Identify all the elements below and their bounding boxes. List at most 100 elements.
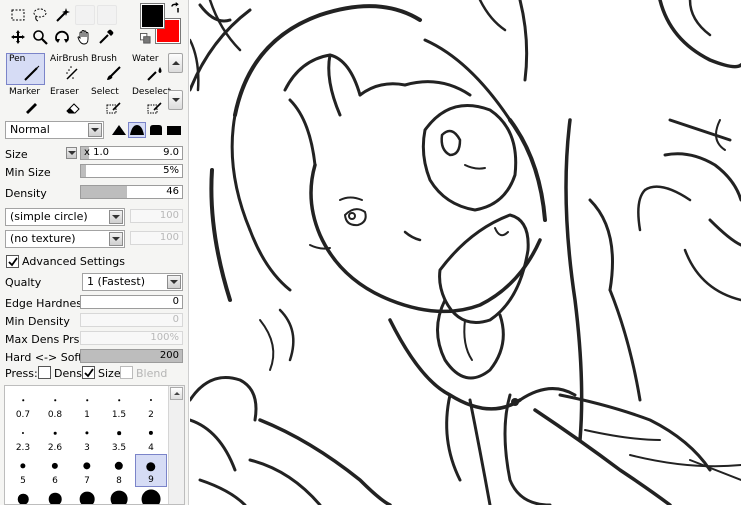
brush-size-label: 5: [20, 476, 26, 486]
press-size-checkbox[interactable]: [82, 366, 95, 379]
brush-size-cell[interactable]: 3.5: [103, 421, 135, 454]
brush-deselect[interactable]: Deselect: [129, 86, 171, 118]
reset-colors-icon[interactable]: [139, 32, 151, 44]
brush-water[interactable]: Water: [129, 53, 168, 85]
quality-value: 1 (Fastest): [87, 275, 145, 288]
edge-hardness-value: 0: [172, 296, 179, 307]
texture-strength-value: 100: [159, 232, 179, 243]
brush-shape-strength-value: 100: [159, 210, 179, 221]
eraser-icon: [66, 103, 80, 114]
edge-shape-square[interactable]: [165, 122, 183, 138]
density-value: 46: [166, 186, 179, 197]
hard-soft-value: 200: [159, 350, 179, 361]
eyedropper-icon[interactable]: [96, 27, 116, 47]
deselect-brush-icon: [147, 102, 162, 114]
brush-select[interactable]: Select: [88, 86, 127, 118]
drawing-canvas[interactable]: [190, 0, 741, 505]
move-icon[interactable]: [8, 27, 28, 47]
min-size-slider-fill: [81, 165, 87, 177]
primary-color-swatch-front[interactable]: [140, 3, 165, 29]
brush-size-cell[interactable]: 3: [71, 421, 103, 454]
brush-size-cell[interactable]: 2.6: [39, 421, 71, 454]
brush-scroll-up-button[interactable]: [168, 53, 183, 73]
brush-size-dot-icon: [148, 430, 154, 436]
chevron-down-icon: [167, 275, 181, 289]
brush-size-dot-icon: [118, 399, 120, 401]
brush-size-cell[interactable]: 8: [103, 454, 135, 487]
zoom-icon[interactable]: [30, 27, 50, 47]
brush-size-cell[interactable]: 1.5: [103, 388, 135, 421]
brush-size-label: 9: [148, 475, 154, 485]
brush-size-cell[interactable]: 1: [71, 388, 103, 421]
water-icon: [147, 67, 162, 81]
press-blend-label: Blend: [136, 367, 168, 380]
brush-size-cell[interactable]: [7, 487, 39, 504]
edge-shape-hard[interactable]: [147, 122, 165, 138]
min-density-slider: 0: [80, 313, 183, 327]
edge-hardness-slider[interactable]: 0: [80, 295, 183, 309]
hard-soft-slider[interactable]: 200: [80, 349, 183, 363]
brush-marker[interactable]: Marker: [6, 86, 45, 118]
size-label: Size: [5, 148, 28, 161]
press-dens-checkbox[interactable]: [38, 366, 51, 379]
brush-size-cell[interactable]: 2.3: [7, 421, 39, 454]
press-size-label: Size: [98, 367, 121, 380]
min-size-slider[interactable]: 5%: [80, 164, 183, 178]
rotate-icon[interactable]: [52, 27, 72, 47]
brush-size-label: 1.5: [111, 410, 127, 420]
brush-size-grid: 0.7 0.8 1 1.5 2 2.3 2.6 3 3.5 4 5 6 7 8 9: [4, 385, 185, 505]
brush-size-cell[interactable]: 7: [71, 454, 103, 487]
brush-size-cell[interactable]: 4: [135, 421, 167, 454]
empty-tool-slot: [97, 5, 117, 25]
brush-size-cell[interactable]: 9: [135, 454, 167, 487]
brush-size-cell[interactable]: [135, 487, 167, 504]
brush-shape-value: (simple circle): [10, 210, 88, 223]
checkmark-icon: [83, 367, 94, 377]
brush-pen[interactable]: Pen: [6, 53, 45, 85]
brush-size-dot-icon: [48, 492, 62, 504]
brush-airbrush[interactable]: AirBrush: [47, 53, 88, 85]
brush-size-dot-icon: [86, 399, 88, 401]
pen-icon: [24, 65, 40, 81]
edge-shape-medium[interactable]: [128, 122, 146, 138]
blend-mode-select[interactable]: Normal: [5, 121, 104, 139]
brush-size-dot-icon: [117, 431, 121, 435]
blend-mode-value: Normal: [10, 123, 50, 136]
advanced-settings-checkbox[interactable]: [6, 255, 19, 268]
brush-eraser[interactable]: Eraser: [47, 86, 86, 118]
size-grid-scrollbar[interactable]: [168, 386, 184, 504]
brush-label: Water: [132, 54, 159, 64]
magic-wand-icon[interactable]: [52, 5, 72, 25]
press-label: Press:: [5, 367, 38, 380]
press-dens-label: Dens: [54, 367, 82, 380]
brush-size-cell[interactable]: 6: [39, 454, 71, 487]
edge-hardness-label: Edge Hardness: [5, 297, 88, 310]
brush-size-cell[interactable]: 0.7: [7, 388, 39, 421]
density-slider[interactable]: 46: [80, 185, 183, 199]
brush-size-cell[interactable]: [71, 487, 103, 504]
brush-size-cell[interactable]: [39, 487, 71, 504]
texture-select[interactable]: (no texture): [5, 230, 125, 248]
brush-size-cell[interactable]: 5: [7, 454, 39, 487]
brush-size-cell[interactable]: [103, 487, 135, 504]
brush-scroll-down-button[interactable]: [168, 90, 183, 110]
empty-tool-slot: [75, 5, 95, 25]
brush-size-label: 3: [84, 443, 90, 453]
brush-brush[interactable]: Brush: [88, 53, 127, 85]
hand-icon[interactable]: [74, 27, 94, 47]
rect-select-icon[interactable]: [8, 5, 28, 25]
size-multiplier-dropdown[interactable]: [66, 147, 77, 159]
brush-size-cell[interactable]: 0.8: [39, 388, 71, 421]
brush-palette: Pen AirBrush Brush Water Marker Eraser S…: [4, 52, 187, 114]
brush-size-dot-icon: [21, 431, 25, 435]
brush-shape-select[interactable]: (simple circle): [5, 208, 125, 226]
lasso-icon[interactable]: [30, 5, 50, 25]
brush-size-dot-icon: [146, 462, 156, 472]
brush-size-cell[interactable]: 2: [135, 388, 167, 421]
scroll-up-icon[interactable]: [170, 387, 183, 400]
edge-shape-soft[interactable]: [110, 122, 128, 138]
swap-colors-icon[interactable]: [168, 1, 182, 15]
density-slider-fill: [81, 186, 128, 198]
quality-select[interactable]: 1 (Fastest): [82, 273, 183, 291]
size-slider[interactable]: x 1.0 9.0: [80, 146, 183, 160]
